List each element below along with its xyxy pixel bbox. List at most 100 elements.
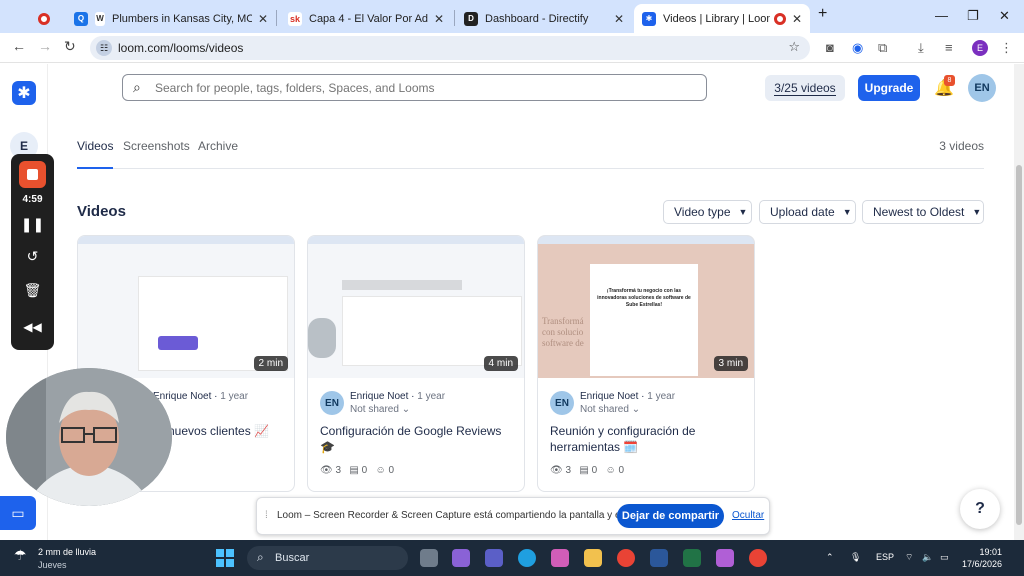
stop-icon: [27, 169, 38, 180]
video-stats: 👁 3 ▤ 0 ☺ 0: [320, 465, 394, 476]
filter-label: Newest to Oldest: [873, 205, 965, 219]
video-title[interactable]: Reunión y configuración de herramientas …: [550, 423, 746, 455]
app-pen-icon[interactable]: [452, 549, 470, 567]
tray-chevron-icon[interactable]: ⌃: [826, 552, 834, 563]
search-box[interactable]: ⌕: [122, 74, 707, 101]
author-ago: 1 year: [220, 391, 249, 402]
word-icon[interactable]: [650, 549, 668, 567]
video-title[interactable]: e nuevos clientes 📈: [158, 423, 294, 439]
volume-icon[interactable]: 🔈: [922, 552, 933, 563]
chrome-profile-icon[interactable]: [749, 549, 767, 567]
windows-start-icon[interactable]: [216, 549, 234, 567]
edge-icon[interactable]: [518, 549, 536, 567]
record-dot-icon: [38, 12, 50, 25]
tab-archive[interactable]: Archive: [198, 139, 238, 169]
browser-tab-1[interactable]: Q W Plumbers in Kansas City, MO - T ✕: [66, 4, 276, 33]
extensions-icon[interactable]: ⧉: [878, 40, 887, 56]
file-explorer-icon[interactable]: [584, 549, 602, 567]
reload-icon[interactable]: ↻: [64, 38, 76, 55]
system-clock[interactable]: 19:01 17/6/2026: [962, 546, 1002, 570]
video-thumbnail[interactable]: Transformá con solucio software de ¡Tran…: [538, 236, 754, 378]
quota-text: 3/25 videos: [774, 80, 836, 96]
close-tab-icon[interactable]: ✕: [434, 12, 444, 26]
video-type-filter[interactable]: Video type ▼: [663, 200, 752, 224]
card-author: Enrique Noet · 1 year: [153, 391, 249, 402]
tab-divider: [276, 10, 277, 26]
chrome-icon[interactable]: [617, 549, 635, 567]
browser-tab-3[interactable]: D Dashboard - Directify ✕: [456, 4, 632, 33]
tab-title: Videos | Library | Loom: [663, 12, 770, 25]
drag-handle-icon[interactable]: ⁞: [265, 510, 268, 521]
views-count: 3: [335, 465, 342, 476]
camera-toggle-icon[interactable]: ▭: [0, 496, 36, 530]
teams-icon[interactable]: [485, 549, 503, 567]
minimize-icon[interactable]: —: [935, 8, 948, 23]
app-icon[interactable]: [716, 549, 734, 567]
tab-title: Capa 4 - El Valor Por Adelantad: [309, 12, 428, 25]
help-button[interactable]: ?: [960, 489, 1000, 529]
microphone-icon[interactable]: 🎙: [850, 552, 861, 563]
video-thumbnail[interactable]: 4 min: [308, 236, 524, 378]
upload-date-filter[interactable]: Upload date ▼: [759, 200, 856, 224]
author-avatar: EN: [550, 391, 574, 415]
camera-icon[interactable]: ◙: [826, 40, 834, 55]
share-status[interactable]: Not shared ⌄: [350, 404, 410, 415]
back-icon[interactable]: ←: [12, 38, 26, 54]
video-quota[interactable]: 3/25 videos: [765, 75, 845, 101]
user-avatar[interactable]: EN: [968, 74, 996, 102]
trash-icon[interactable]: 🗑: [11, 282, 54, 299]
video-card[interactable]: 4 min EN Enrique Noet · 1 year Not share…: [307, 235, 525, 492]
stop-recording-button[interactable]: [19, 161, 46, 188]
clock-time: 19:01: [979, 547, 1003, 557]
close-tab-icon[interactable]: ✕: [258, 12, 268, 26]
forward-icon[interactable]: →: [38, 38, 52, 54]
stop-sharing-button[interactable]: Dejar de compartir: [617, 504, 724, 528]
collapse-icon[interactable]: ◀◀: [11, 320, 54, 334]
sort-order-filter[interactable]: Newest to Oldest ▼: [862, 200, 984, 224]
share-label: Not shared: [350, 404, 399, 415]
share-status[interactable]: Not shared ⌄: [580, 404, 640, 415]
hide-link[interactable]: Ocultar: [732, 510, 764, 521]
address-bar[interactable]: ☷ loom.com/looms/videos ☆: [90, 36, 810, 60]
reactions-count: 0: [388, 465, 395, 476]
loom-logo-icon[interactable]: ✱: [12, 81, 36, 105]
pause-icon[interactable]: ❚❚: [11, 216, 54, 233]
thumb-heading: [342, 280, 462, 290]
thumb-headline: ¡Transformá tu negocio con las innovador…: [597, 288, 691, 308]
menu-icon[interactable]: ⋮: [1000, 40, 1013, 56]
site-info-icon[interactable]: ☷: [96, 40, 112, 56]
tab-screenshots[interactable]: Screenshots: [123, 139, 190, 169]
bookmark-star-icon[interactable]: ☆: [788, 39, 800, 55]
webcam-bubble[interactable]: [6, 368, 172, 506]
favicon-icon: W: [95, 11, 105, 26]
scrollbar-thumb[interactable]: [1016, 165, 1022, 525]
weather-line1: 2 mm de lluvia: [38, 547, 97, 557]
restart-icon[interactable]: ↺: [11, 248, 54, 265]
media-icon[interactable]: ≡: [945, 40, 953, 55]
cast-icon[interactable]: ◉: [852, 40, 863, 56]
close-tab-icon[interactable]: ✕: [792, 12, 802, 26]
browser-tab-2[interactable]: sk Capa 4 - El Valor Por Adelantad ✕: [280, 4, 452, 33]
video-thumbnail[interactable]: 2 min: [78, 236, 294, 378]
close-tab-icon[interactable]: ✕: [614, 12, 624, 26]
taskbar-search-label: Buscar: [275, 552, 310, 564]
maximize-icon[interactable]: ❐: [967, 8, 979, 24]
profile-avatar[interactable]: E: [972, 40, 988, 56]
upgrade-button[interactable]: Upgrade: [858, 75, 920, 101]
taskbar-search[interactable]: ⌕ Buscar: [247, 546, 408, 570]
close-window-icon[interactable]: ✕: [999, 8, 1010, 24]
excel-icon[interactable]: [683, 549, 701, 567]
video-title[interactable]: Configuración de Google Reviews 🎓: [320, 423, 516, 455]
browser-tab-recording[interactable]: [30, 4, 60, 33]
wifi-icon[interactable]: ⌔: [905, 552, 913, 563]
search-input[interactable]: [155, 79, 695, 97]
task-view-icon[interactable]: [420, 549, 438, 567]
browser-tab-4[interactable]: ✱ Videos | Library | Loom ✕: [634, 4, 810, 33]
tab-videos[interactable]: Videos: [77, 139, 114, 169]
battery-icon[interactable]: ▭: [940, 552, 949, 563]
download-icon[interactable]: ⤓: [918, 40, 924, 56]
video-card[interactable]: Transformá con solucio software de ¡Tran…: [537, 235, 755, 492]
copilot-icon[interactable]: [551, 549, 569, 567]
new-tab-icon[interactable]: +: [818, 5, 827, 23]
language-indicator[interactable]: ESP: [876, 552, 894, 562]
